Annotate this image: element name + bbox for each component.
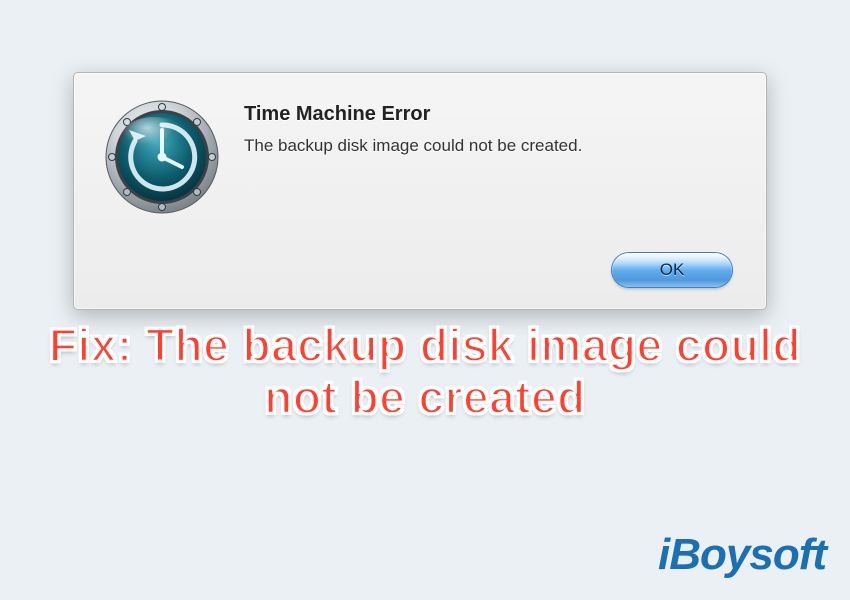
dialog-title: Time Machine Error — [244, 103, 738, 126]
brand-text: iBoysoft — [658, 530, 826, 579]
time-machine-icon — [102, 97, 222, 217]
article-caption: Fix: The backup disk image could not be … — [0, 320, 850, 423]
dialog-button-row: OK — [612, 253, 732, 287]
dialog-text: Time Machine Error The backup disk image… — [244, 103, 738, 156]
error-dialog: Time Machine Error The backup disk image… — [73, 72, 767, 310]
dialog-body: Time Machine Error The backup disk image… — [74, 73, 766, 309]
dialog-message: The backup disk image could not be creat… — [244, 136, 738, 156]
ok-button[interactable]: OK — [612, 253, 732, 287]
time-machine-icon-svg — [102, 97, 222, 217]
brand-logo: iBoysoft — [658, 530, 826, 580]
